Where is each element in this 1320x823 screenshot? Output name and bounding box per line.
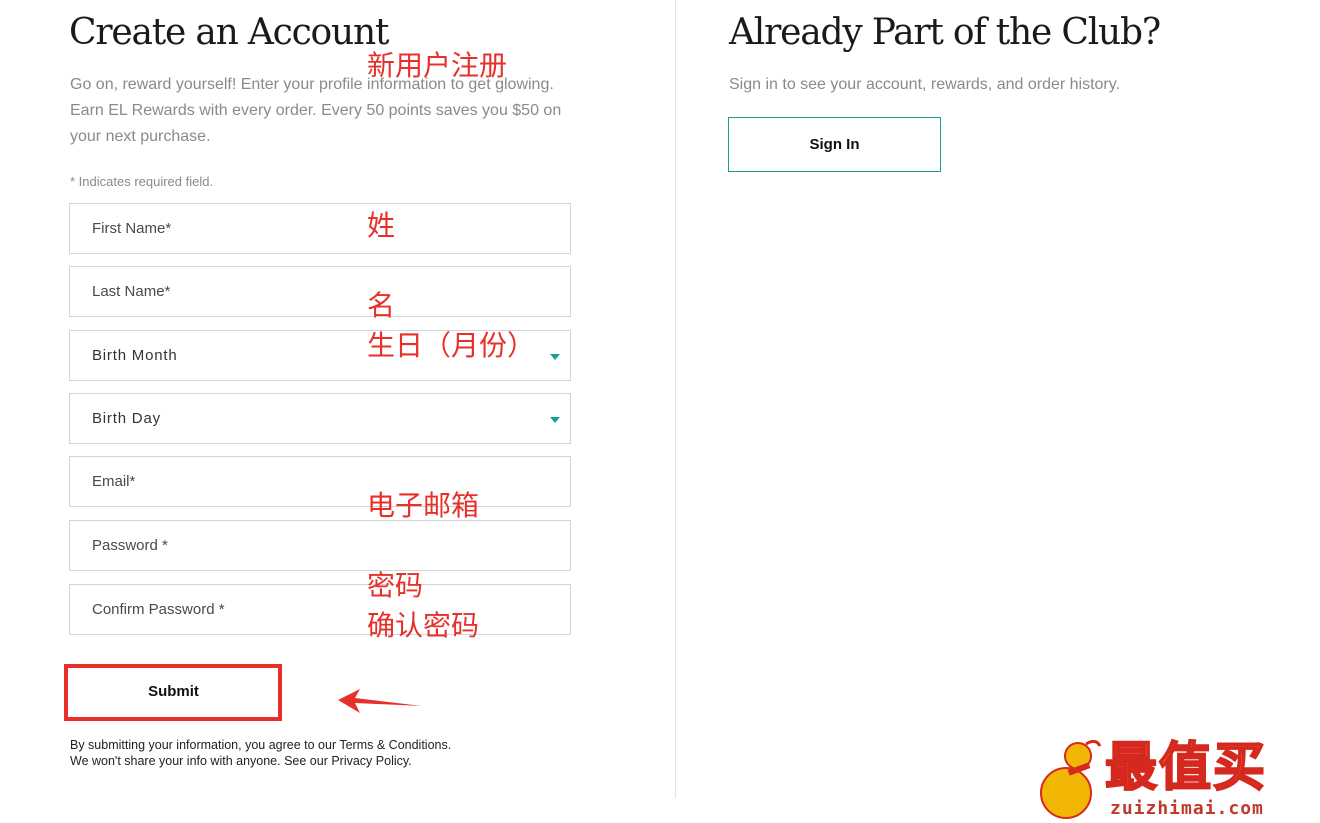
watermark-brand: 最值买 — [1104, 737, 1268, 799]
password-input[interactable] — [70, 521, 570, 570]
disclaimer-text: We won't share your info with anyone. Se… — [70, 754, 332, 768]
privacy-link[interactable]: Privacy Policy — [331, 754, 408, 768]
birth-month-field: Birth Month — [69, 330, 571, 381]
disclaimer-line-privacy: We won't share your info with anyone. Se… — [70, 753, 451, 769]
email-field — [69, 456, 571, 507]
birth-day-select[interactable]: Birth Day — [70, 394, 570, 443]
annotation-arrow-icon — [338, 689, 422, 713]
disclaimer-text: . — [408, 754, 412, 768]
last-name-field — [69, 266, 571, 317]
disclaimer: By submitting your information, you agre… — [70, 737, 451, 769]
disclaimer-text: . — [447, 738, 452, 752]
required-field-note: * Indicates required field. — [70, 174, 214, 189]
submit-button[interactable]: Submit — [71, 670, 276, 713]
birth-day-field: Birth Day — [69, 393, 571, 444]
sign-in-button[interactable]: Sign In — [728, 117, 941, 172]
terms-link[interactable]: Terms & Conditions — [339, 738, 447, 752]
sign-in-intro: Sign in to see your account, rewards, an… — [729, 76, 1121, 93]
gourd-logo-icon — [1040, 739, 1102, 819]
last-name-input[interactable] — [70, 267, 570, 316]
create-account-intro: Go on, reward yourself! Enter your profi… — [70, 76, 562, 145]
disclaimer-text: By submitting your information, you agre… — [70, 738, 340, 752]
sign-in-title: Already Part of the Club? — [729, 12, 1161, 53]
birth-month-select[interactable]: Birth Month — [70, 331, 570, 380]
confirm-password-input[interactable] — [70, 585, 570, 634]
column-divider — [675, 0, 676, 798]
watermark-domain: zuizhimai.com — [1110, 798, 1264, 819]
confirm-password-field — [69, 584, 571, 635]
disclaimer-line-terms: By submitting your information, you agre… — [70, 737, 451, 753]
first-name-input[interactable] — [70, 204, 570, 253]
create-account-title: Create an Account — [69, 12, 389, 53]
email-input[interactable] — [70, 457, 570, 506]
password-field — [69, 520, 571, 571]
first-name-field — [69, 203, 571, 254]
